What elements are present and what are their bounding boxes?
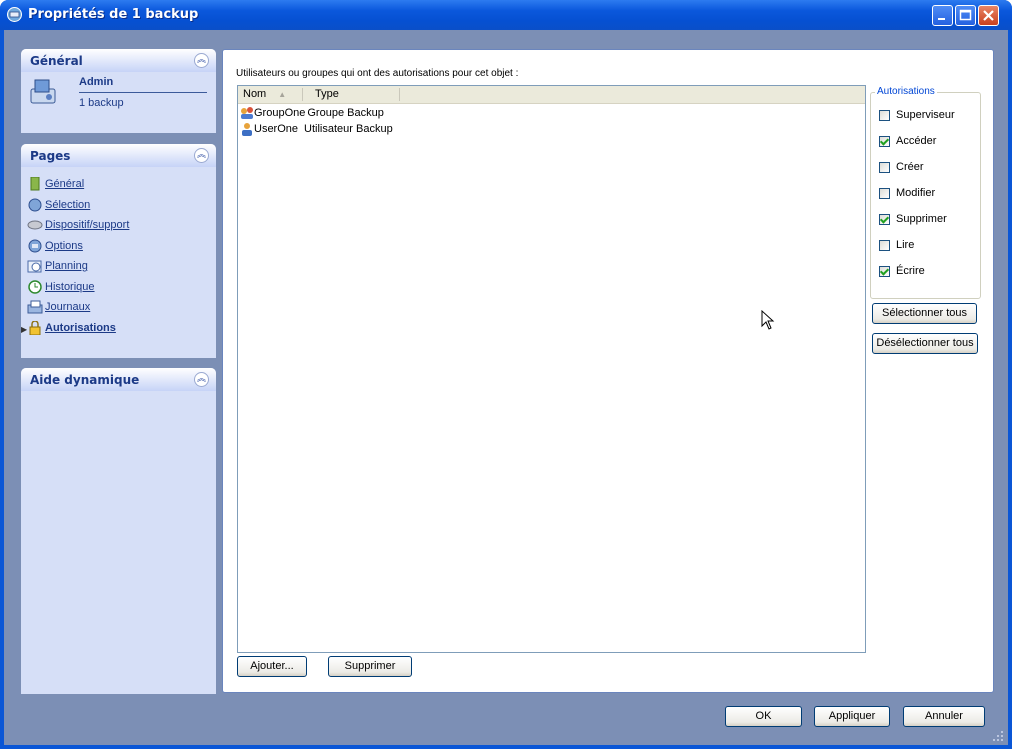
permission-modify[interactable]: Modifier [879, 187, 935, 201]
row-type: Groupe Backup [307, 106, 384, 119]
help-panel-header[interactable]: Aide dynamique ︽ [21, 368, 216, 391]
close-icon [983, 10, 994, 21]
intro-text: Utilisateurs ou groupes qui ont des auto… [236, 68, 519, 79]
permission-delete[interactable]: Supprimer [879, 213, 947, 227]
window-client-area: Général ︽ Admin 1 backup Pages ︽ Général… [4, 30, 1008, 745]
collapse-icon[interactable]: ︽ [194, 53, 209, 68]
help-panel-title: Aide dynamique [30, 373, 140, 387]
help-panel: Aide dynamique ︽ [21, 368, 216, 694]
close-button[interactable] [978, 5, 999, 26]
nav-link-selection[interactable]: Sélection [45, 199, 90, 211]
user-icon [242, 123, 252, 136]
ok-button[interactable]: OK [725, 706, 802, 727]
maximize-icon [959, 9, 972, 21]
options-icon [28, 239, 42, 253]
write-checkbox[interactable] [879, 265, 890, 277]
general-panel: Général ︽ Admin 1 backup [21, 49, 216, 133]
group-icon [241, 107, 253, 119]
nav-link-planning[interactable]: Planning [45, 260, 88, 272]
cancel-button[interactable]: Annuler [903, 706, 985, 727]
general-panel-title: Général [30, 54, 83, 68]
job-owner: Admin [79, 76, 114, 88]
nav-item-permissions[interactable]: ▶ Autorisations [21, 320, 129, 342]
nav-link-logs[interactable]: Journaux [45, 301, 90, 313]
title-bar[interactable]: Propriétés de 1 backup [0, 0, 1012, 30]
access-checkbox[interactable] [879, 135, 890, 147]
backup-job-icon [30, 79, 56, 104]
device-icon [27, 220, 43, 230]
row-name: GroupOne [254, 106, 306, 119]
current-page-arrow-icon: ▶ [21, 324, 28, 334]
column-header-name[interactable]: Nom ▲ [243, 88, 286, 100]
minimize-icon [938, 18, 945, 20]
add-button[interactable]: Ajouter... [237, 656, 307, 677]
list-item[interactable]: GroupOne Groupe Backup [240, 106, 384, 122]
delete-checkbox[interactable] [879, 213, 890, 225]
window-title: Propriétés de 1 backup [28, 7, 199, 22]
selection-icon [28, 198, 42, 212]
pages-panel: Pages ︽ Général Sélection Dispositif/sup… [21, 144, 216, 358]
nav-link-history[interactable]: Historique [45, 281, 95, 293]
general-panel-header[interactable]: Général ︽ [21, 49, 216, 72]
select-all-button[interactable]: Sélectionner tous [872, 303, 977, 324]
collapse-icon[interactable]: ︽ [194, 148, 209, 163]
permission-create[interactable]: Créer [879, 161, 924, 175]
nav-item-history[interactable]: Historique [27, 279, 129, 301]
nav-item-general[interactable]: Général [27, 177, 129, 198]
nav-link-general[interactable]: Général [45, 178, 84, 190]
mouse-cursor-icon [761, 310, 775, 330]
pages-panel-title: Pages [30, 149, 71, 163]
column-separator[interactable] [302, 88, 303, 101]
nav-item-logs[interactable]: Journaux [27, 300, 129, 321]
column-header-type[interactable]: Type [315, 88, 339, 100]
sort-ascending-icon: ▲ [278, 90, 287, 99]
maximize-button[interactable] [955, 5, 976, 26]
permission-write[interactable]: Écrire [879, 265, 925, 279]
resize-grip-icon[interactable] [992, 730, 1004, 742]
properties-window: Propriétés de 1 backup Général ︽ Admin 1… [0, 0, 1012, 749]
nav-item-device[interactable]: Dispositif/support [27, 218, 129, 239]
planning-icon [27, 260, 42, 273]
minimize-button[interactable] [932, 5, 953, 26]
permission-read[interactable]: Lire [879, 239, 914, 253]
column-separator[interactable] [399, 88, 400, 101]
row-type: Utilisateur Backup [304, 122, 393, 135]
users-groups-list[interactable]: Nom ▲ Type GroupOne Groupe Backup UserOne U… [237, 85, 866, 653]
remove-button[interactable]: Supprimer [328, 656, 412, 677]
permission-access[interactable]: Accéder [879, 135, 936, 149]
apply-button[interactable]: Appliquer [814, 706, 890, 727]
permissions-group-title: Autorisations [875, 86, 937, 97]
divider [79, 92, 207, 93]
nav-item-options[interactable]: Options [27, 239, 129, 260]
nav-link-permissions[interactable]: Autorisations [45, 322, 116, 334]
dialog-footer: OK Appliquer Annuler [4, 696, 1008, 745]
nav-link-device[interactable]: Dispositif/support [45, 219, 129, 231]
lock-icon [29, 320, 41, 335]
nav-link-options[interactable]: Options [45, 240, 83, 252]
nav-item-planning[interactable]: Planning [27, 259, 129, 280]
modify-checkbox[interactable] [879, 187, 890, 199]
backup-app-icon [7, 7, 22, 22]
nav-item-selection[interactable]: Sélection [27, 198, 129, 219]
collapse-icon[interactable]: ︽ [194, 372, 209, 387]
job-name: 1 backup [79, 97, 124, 109]
list-header: Nom ▲ Type [238, 86, 865, 104]
row-name: UserOne [254, 122, 299, 135]
create-checkbox[interactable] [879, 161, 890, 173]
supervisor-checkbox[interactable] [879, 109, 890, 121]
permissions-page: Utilisateurs ou groupes qui ont des auto… [222, 49, 994, 693]
permission-supervisor[interactable]: Superviseur [879, 109, 955, 123]
read-checkbox[interactable] [879, 239, 890, 251]
pages-panel-header[interactable]: Pages ︽ [21, 144, 216, 167]
sidebar: Général ︽ Admin 1 backup Pages ︽ Général… [4, 30, 218, 694]
deselect-all-button[interactable]: Désélectionner tous [872, 333, 978, 354]
list-item[interactable]: UserOne Utilisateur Backup [240, 122, 393, 138]
history-icon [28, 279, 42, 294]
permissions-group: Autorisations Superviseur Accéder Créer … [870, 86, 981, 299]
logs-icon [27, 300, 43, 314]
page-icon [30, 177, 40, 191]
pages-nav: Général Sélection Dispositif/support Opt… [21, 177, 129, 342]
